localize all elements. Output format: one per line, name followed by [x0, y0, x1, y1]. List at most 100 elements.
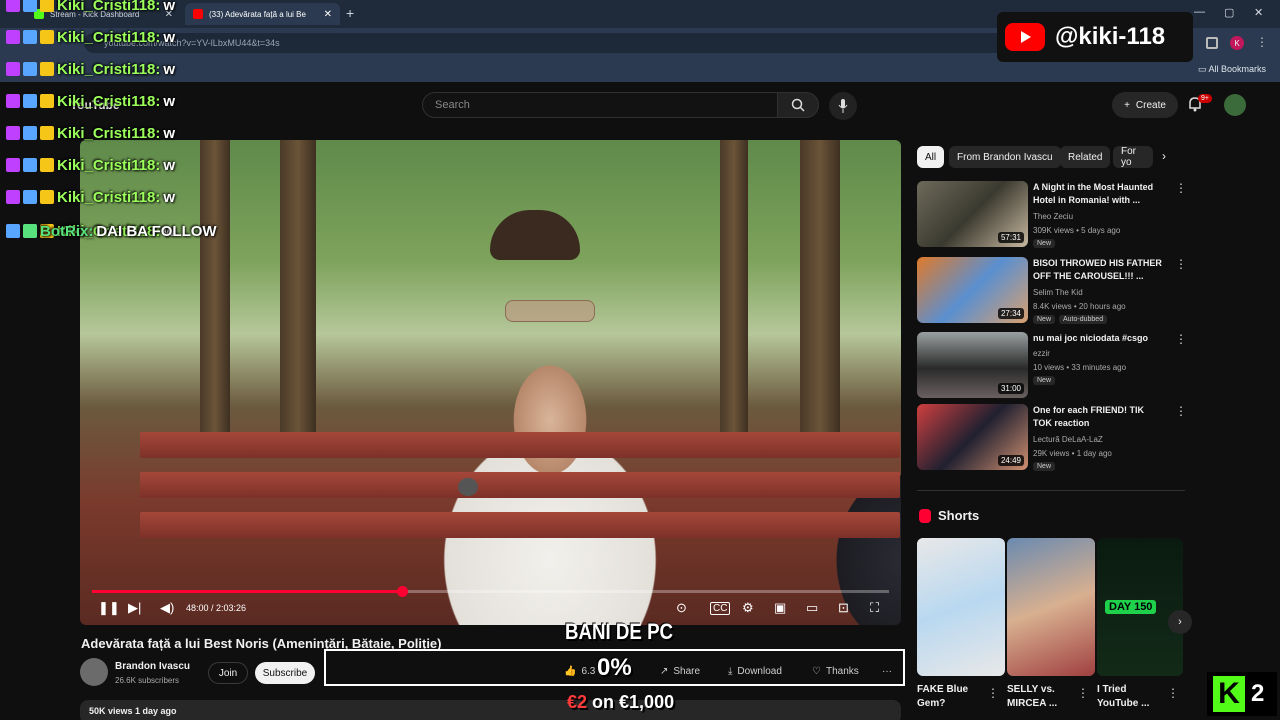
channel-name[interactable]: Brandon Ivascu — [115, 661, 190, 672]
short-thumbnail[interactable] — [1007, 538, 1095, 676]
fullscreen-icon[interactable]: ⛶ — [870, 600, 879, 616]
microphone-clip — [458, 478, 478, 496]
download-label: Download — [737, 666, 782, 677]
tree-trunk — [800, 140, 840, 440]
captions-button[interactable]: CC — [710, 602, 731, 615]
bench-plank — [140, 472, 900, 498]
short-title[interactable]: FAKE Blue Gem? — [917, 683, 987, 711]
close-window-icon[interactable]: ✕ — [1254, 6, 1263, 19]
verified-badge-icon — [23, 224, 37, 238]
voice-search-button[interactable] — [829, 92, 857, 120]
chat-text: w — [163, 60, 176, 78]
thanks-button[interactable]: ♡ Thanks — [812, 666, 859, 677]
profile-avatar[interactable]: K — [1230, 36, 1244, 50]
chevron-right-icon[interactable]: › — [1162, 149, 1166, 163]
theater-mode-icon[interactable]: ▭ — [806, 600, 818, 616]
like-count: 6.3 — [581, 666, 596, 677]
short-thumbnail[interactable] — [917, 538, 1005, 676]
pause-button[interactable]: ❚❚ — [98, 600, 120, 616]
more-options-icon[interactable]: ⋮ — [1175, 332, 1187, 346]
donation-goal-title: BANI DE PC — [565, 619, 674, 644]
chat-text: w — [163, 188, 176, 206]
subscribe-button[interactable]: Subscribe — [255, 662, 315, 684]
join-button[interactable]: Join — [208, 662, 248, 684]
youtube-handle: @kiki-118 — [1055, 23, 1166, 50]
minimize-icon[interactable]: — — [1194, 6, 1205, 18]
maximize-icon[interactable]: ▢ — [1224, 6, 1234, 19]
recommendation-title: nu mai joc niciodata #csgo — [1033, 333, 1149, 343]
share-button[interactable]: ↗ Share — [660, 666, 700, 677]
download-icon: ⤓ — [728, 666, 733, 677]
more-options-icon[interactable]: ⋮ — [1175, 257, 1187, 271]
new-tab-button[interactable]: + — [346, 5, 354, 21]
channel-avatar[interactable] — [80, 658, 108, 686]
tab-youtube-video[interactable]: (33) Adevărata față a lui Be ✕ — [185, 3, 340, 25]
chat-text: w — [163, 124, 176, 142]
recommendation-item[interactable]: 24:49 One for each FRIEND! TIK TOK react… — [917, 404, 1187, 471]
youtube-handle-overlay: @kiki-118 — [997, 12, 1193, 62]
cast-icon[interactable]: ⊡ — [838, 600, 849, 616]
progress-scrubber[interactable] — [397, 586, 408, 597]
recommendation-meta: 29K views • 1 day ago — [1033, 449, 1112, 458]
video-player[interactable]: ❚❚ ▶| ◀) 48:00 / 2:03:26 ⊙ CC ⚙ ▣ ▭ ⊡ ⛶ — [80, 140, 901, 625]
volume-icon[interactable]: ◀) — [160, 600, 174, 616]
shorts-icon — [919, 509, 931, 523]
more-options-icon[interactable]: ⋮ — [1175, 404, 1187, 418]
sword-badge-icon — [23, 190, 37, 204]
recommendation-item[interactable]: 57:31 A Night in the Most Haunted Hotel … — [917, 181, 1187, 248]
chip-related[interactable]: Related — [1060, 146, 1111, 168]
video-thumbnail: 57:31 — [917, 181, 1028, 247]
views-and-date[interactable]: 50K views 1 day ago — [80, 700, 901, 720]
chip-for-you[interactable]: For yo — [1113, 146, 1153, 168]
recommendation-title: A Night in the Most Haunted Hotel in Rom… — [1033, 182, 1154, 205]
video-thumbnail: 31:00 — [917, 332, 1028, 398]
like-button[interactable]: 👍 6.3 — [564, 666, 595, 677]
settings-gear-icon[interactable]: ⚙ — [742, 600, 754, 616]
close-tab-icon[interactable]: ✕ — [324, 9, 332, 20]
more-options-icon[interactable]: ⋮ — [1077, 686, 1089, 700]
chip-all[interactable]: All — [917, 146, 945, 168]
extensions-icon[interactable] — [1206, 37, 1218, 49]
chat-text: w — [163, 0, 176, 14]
more-options-icon[interactable]: ⋮ — [1175, 181, 1187, 195]
video-progress-bar[interactable] — [92, 586, 889, 597]
miniplayer-icon[interactable]: ▣ — [774, 600, 786, 616]
browser-menu-icon[interactable]: ⋮ — [1256, 35, 1268, 49]
bench-plank — [140, 512, 900, 538]
chat-message: Kiki_Cristi118: w — [6, 154, 175, 176]
more-options-icon[interactable]: ⋮ — [987, 686, 999, 700]
mic-badge-icon — [6, 158, 20, 172]
sword-badge-icon — [23, 158, 37, 172]
sword-badge-icon — [23, 94, 37, 108]
search-button[interactable] — [777, 92, 819, 118]
video-thumbnail: 27:34 — [917, 257, 1028, 323]
recommendation-item[interactable]: 27:34 BISOI THROWED HIS FATHER OFF THE C… — [917, 257, 1187, 324]
sword-badge-icon — [6, 224, 20, 238]
shorts-next-button[interactable]: › — [1168, 610, 1192, 634]
new-badge: New — [1033, 315, 1056, 324]
plus-icon: + — [1124, 99, 1130, 111]
account-avatar[interactable] — [1224, 94, 1246, 116]
all-bookmarks-button[interactable]: ▭ All Bookmarks — [1198, 64, 1266, 75]
donation-goal-percent: 0% — [597, 654, 632, 681]
create-button[interactable]: + Create — [1112, 92, 1178, 118]
more-options-icon[interactable]: ⋮ — [1167, 686, 1179, 700]
recommendation-item[interactable]: 31:00 nu mai joc niciodata #csgo ezzir 1… — [917, 332, 1187, 398]
thanks-icon: ♡ — [812, 666, 821, 677]
new-badge: New — [1033, 239, 1056, 248]
search-icon — [791, 98, 805, 112]
chip-from-channel[interactable]: From Brandon Ivascu — [949, 146, 1061, 168]
short-title[interactable]: I Tried YouTube ... — [1097, 683, 1167, 711]
thumbs-up-icon: 👍 — [564, 666, 577, 677]
short-thumbnail[interactable]: DAY 150 — [1097, 538, 1183, 676]
search-input[interactable]: Search — [422, 92, 778, 118]
recommendation-meta: 309K views • 5 days ago — [1033, 226, 1121, 235]
crown-badge-icon — [40, 62, 54, 76]
autoplay-toggle[interactable]: ⊙ — [676, 600, 687, 616]
crown-badge-icon — [40, 94, 54, 108]
download-button[interactable]: ⤓ Download — [728, 666, 782, 677]
short-title[interactable]: SELLY vs. MIRCEA ... — [1007, 683, 1077, 711]
next-button[interactable]: ▶| — [128, 600, 141, 616]
sword-badge-icon — [23, 126, 37, 140]
more-actions-button[interactable]: ··· — [882, 666, 892, 677]
